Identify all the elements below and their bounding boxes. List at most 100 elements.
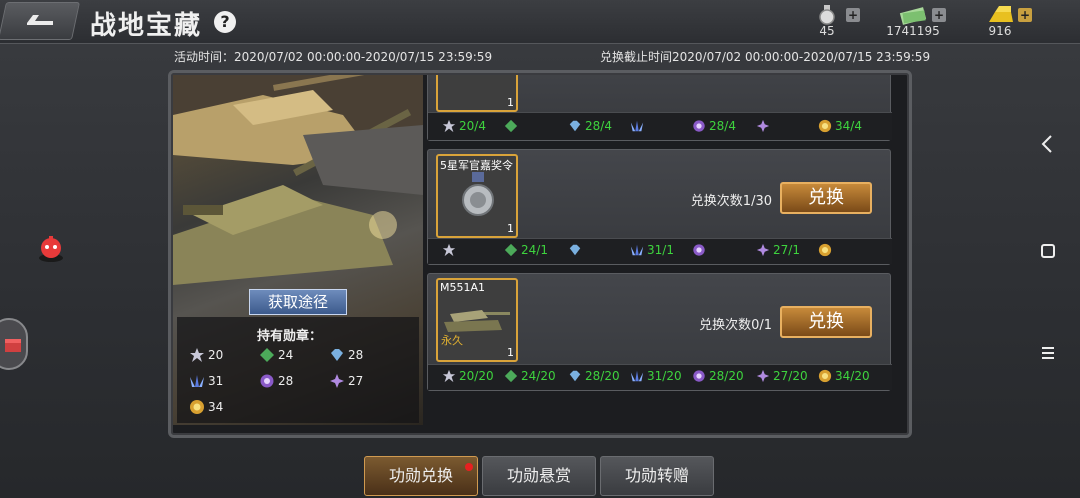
exchange-button[interactable]: 兑换 [780, 182, 872, 214]
nav-back-icon[interactable] [1040, 134, 1054, 159]
cost-value: 27/1 [773, 243, 800, 257]
add-cash-button[interactable]: + [932, 8, 946, 22]
cost-shield [692, 243, 709, 257]
cost-value: 28/20 [585, 369, 620, 383]
held-medal-gold: 34 [189, 399, 223, 415]
shield-medal-icon [693, 370, 705, 382]
cost-cross [756, 119, 773, 133]
assistant-bot-icon[interactable] [36, 234, 66, 264]
exchange-button[interactable]: 兑换 [780, 306, 872, 338]
cost-cross: 27/20 [756, 369, 808, 383]
cost-cross: 27/1 [756, 243, 800, 257]
cost-row: 24/1 31/1 27/1 [428, 238, 892, 264]
add-gold-button[interactable]: + [1018, 8, 1032, 22]
tab-merit-transfer[interactable]: 功勋转赠 [600, 456, 714, 496]
top-bar: 战地宝藏 ? 45 + 1741195 + 916 + [0, 0, 1080, 44]
tab-label: 功勋悬赏 [506, 466, 571, 485]
item-thumbnail[interactable]: 1 [436, 75, 518, 112]
tab-label: 功勋转赠 [624, 466, 689, 485]
app-root: 战地宝藏 ? 45 + 1741195 + 916 + 活动时间：2020/07… [0, 0, 1080, 498]
cost-row: 20/20 24/20 28/20 31/20 28/20 27/20 34/2… [428, 364, 892, 390]
exchange-card: 1 20/4 28/4 28/4 34/4 [427, 75, 892, 141]
cost-value: 28/4 [585, 119, 612, 133]
shield-medal-icon [693, 244, 705, 256]
tab-label: 功勋兑换 [388, 466, 453, 485]
left-panel: 获取途径 持有勋章： 20 24 28 31 28 27 34 [173, 75, 423, 425]
star-medal-icon [442, 243, 456, 257]
tab-merit-exchange[interactable]: 功勋兑换 [364, 456, 478, 496]
item-count: 1 [507, 222, 514, 235]
medal-resource: 45 [810, 2, 844, 38]
star-medal-icon [442, 369, 456, 383]
tab-merit-bounty[interactable]: 功勋悬赏 [482, 456, 596, 496]
cost-star [442, 243, 459, 257]
held-medal-diamond: 28 [329, 347, 363, 363]
cost-wings [630, 119, 647, 133]
notification-dot [465, 463, 473, 471]
cost-value: 24/1 [521, 243, 548, 257]
held-medal-wings: 31 [189, 373, 223, 389]
cost-value: 34/4 [835, 119, 862, 133]
cost-wings: 31/20 [630, 369, 682, 383]
diamond-medal-icon [569, 244, 581, 256]
cost-value: 31/20 [647, 369, 682, 383]
star-medal-icon [442, 119, 456, 133]
cash-resource-value: 1741195 [886, 24, 940, 38]
held-medal-value: 28 [278, 374, 294, 388]
exchange-count: 兑换次数1/30 [690, 194, 772, 209]
help-icon[interactable]: ? [214, 11, 236, 33]
back-button[interactable] [0, 2, 81, 40]
cost-value: 31/1 [647, 243, 674, 257]
cross-medal-icon [330, 374, 344, 388]
cost-diamond [568, 243, 585, 257]
exchange-count: 兑换次数0/1 [699, 318, 772, 333]
cost-gold [818, 243, 835, 257]
cost-green [504, 119, 521, 133]
item-thumbnail[interactable]: M551A1 永久 1 [436, 278, 518, 362]
shield-medal-icon [260, 374, 274, 388]
page-title: 战地宝藏 [90, 11, 203, 41]
gold-medal-icon [818, 243, 832, 257]
cost-diamond: 28/4 [568, 119, 612, 133]
floating-side-button[interactable] [0, 318, 28, 370]
held-medal-shield: 28 [259, 373, 293, 389]
cost-shield: 28/4 [692, 119, 736, 133]
shield-medal-icon [693, 120, 705, 132]
nav-menu-icon[interactable] [1040, 342, 1056, 366]
held-medals-label: 持有勋章： [257, 329, 323, 344]
item-count: 1 [507, 346, 514, 359]
gold-bar-icon [989, 6, 1013, 22]
wings-medal-icon [630, 244, 644, 256]
wings-medal-icon [630, 370, 644, 382]
cost-star: 20/4 [442, 119, 486, 133]
source-button[interactable]: 获取途径 [249, 289, 347, 315]
cost-value: 24/20 [521, 369, 556, 383]
back-arrow-icon [27, 15, 53, 25]
diamond-medal-icon [569, 120, 581, 132]
nav-home-icon[interactable] [1040, 240, 1056, 264]
green-medal-icon [504, 243, 518, 257]
cost-wings: 31/1 [630, 243, 674, 257]
cost-value: 28/20 [709, 369, 744, 383]
exchange-list[interactable]: 1 20/4 28/4 28/4 34/4 5星军官嘉奖令 1 兑换次数1/30… [425, 75, 893, 425]
exchange-deadline: 兑换截止时间2020/07/02 00:00:00-2020/07/15 23:… [600, 50, 931, 64]
held-medal-value: 28 [348, 348, 364, 362]
star-medal-icon [190, 348, 204, 362]
gold-medal-icon [818, 119, 832, 133]
exchange-card: M551A1 永久 1 兑换次数0/1 兑换 20/20 24/20 28/20… [427, 273, 892, 391]
item-name: M551A1 [440, 281, 486, 294]
item-thumbnail[interactable]: 5星军官嘉奖令 1 [436, 154, 518, 238]
medal-item-icon [462, 172, 494, 216]
cost-gold: 34/20 [818, 369, 870, 383]
gold-resource-value: 916 [988, 24, 1012, 38]
gold-medal-icon [818, 369, 832, 383]
cost-value: 20/4 [459, 119, 486, 133]
item-name: 5星军官嘉奖令 [440, 159, 513, 172]
add-medal-button[interactable]: + [846, 8, 860, 22]
cross-medal-icon [756, 369, 770, 383]
cost-row: 20/4 28/4 28/4 34/4 [428, 112, 892, 140]
held-medal-value: 20 [208, 348, 224, 362]
activity-time: 活动时间：2020/07/02 00:00:00-2020/07/15 23:5… [174, 50, 493, 64]
cost-value: 34/20 [835, 369, 870, 383]
held-medals-box: 持有勋章： 20 24 28 31 28 27 34 [177, 317, 419, 423]
